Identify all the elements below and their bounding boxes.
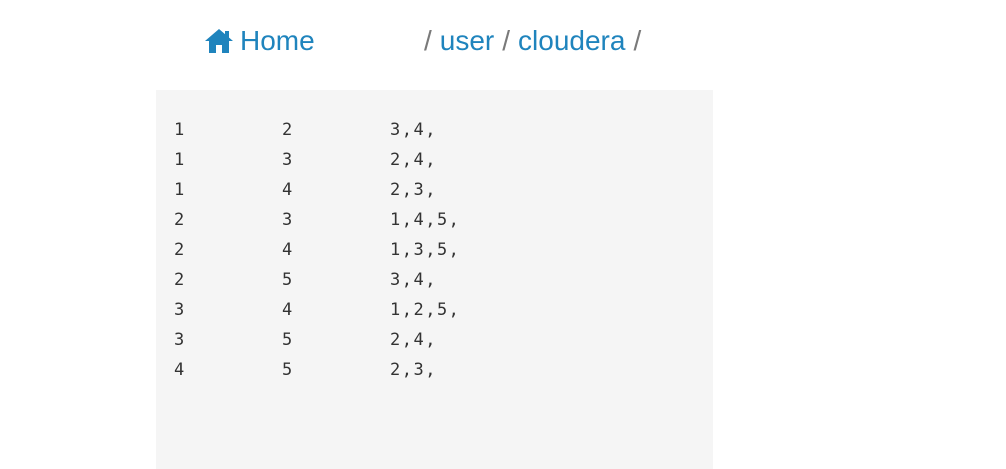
home-icon — [205, 29, 233, 53]
file-cell: 1 — [174, 180, 186, 200]
file-cell: 5 — [282, 360, 294, 380]
file-cell: 4 — [282, 300, 294, 320]
file-cell: 4 — [282, 240, 294, 260]
file-row: 1 2 3,4, — [174, 115, 590, 145]
breadcrumb: Home / user / cloudera / — [0, 22, 1006, 66]
file-cell: 3 — [282, 150, 294, 170]
file-row: 4 5 2,3, — [174, 355, 590, 385]
file-cell: 1,2,5, — [390, 300, 461, 320]
file-content: 1 2 3,4, 1 3 2,4, 1 4 2,3, 2 3 1,4,5, 2 — [174, 115, 590, 385]
file-cell: 2,3, — [390, 180, 437, 200]
file-cell: 3 — [282, 210, 294, 230]
file-cell: 3 — [174, 300, 186, 320]
file-row: 2 5 3,4, — [174, 265, 590, 295]
file-cell: 1,3,5, — [390, 240, 461, 260]
breadcrumb-home-label: Home — [240, 25, 315, 56]
breadcrumb-separator: / — [424, 25, 432, 56]
file-cell: 1,4,5, — [390, 210, 461, 230]
breadcrumb-separator: / — [633, 25, 642, 56]
file-content-panel: 1 2 3,4, 1 3 2,4, 1 4 2,3, 2 3 1,4,5, 2 — [156, 90, 713, 469]
page: Home / user / cloudera / 1 2 3,4, 1 3 2,… — [0, 0, 1006, 469]
breadcrumb-separator: / — [502, 25, 511, 56]
file-cell: 3,4, — [390, 120, 437, 140]
file-cell: 2 — [174, 270, 186, 290]
file-cell: 2,3, — [390, 360, 437, 380]
file-row: 3 5 2,4, — [174, 325, 590, 355]
file-cell: 4 — [174, 360, 186, 380]
breadcrumb-item-cloudera[interactable]: cloudera — [518, 25, 625, 57]
file-cell: 1 — [174, 150, 186, 170]
breadcrumb-path: / user / cloudera / — [424, 25, 649, 57]
file-row: 2 3 1,4,5, — [174, 205, 590, 235]
file-cell: 2 — [174, 210, 186, 230]
file-cell: 2,4, — [390, 150, 437, 170]
breadcrumb-item-user[interactable]: user — [440, 25, 494, 57]
file-cell: 2 — [282, 120, 294, 140]
file-cell: 2 — [174, 240, 186, 260]
file-row: 1 3 2,4, — [174, 145, 590, 175]
file-row: 1 4 2,3, — [174, 175, 590, 205]
file-cell: 3,4, — [390, 270, 437, 290]
file-row: 2 4 1,3,5, — [174, 235, 590, 265]
breadcrumb-home-link[interactable]: Home — [204, 25, 315, 57]
file-cell: 5 — [282, 270, 294, 290]
file-cell: 2,4, — [390, 330, 437, 350]
file-cell: 5 — [282, 330, 294, 350]
file-cell: 4 — [282, 180, 294, 200]
file-cell: 3 — [174, 330, 186, 350]
file-cell: 1 — [174, 120, 186, 140]
file-row: 3 4 1,2,5, — [174, 295, 590, 325]
